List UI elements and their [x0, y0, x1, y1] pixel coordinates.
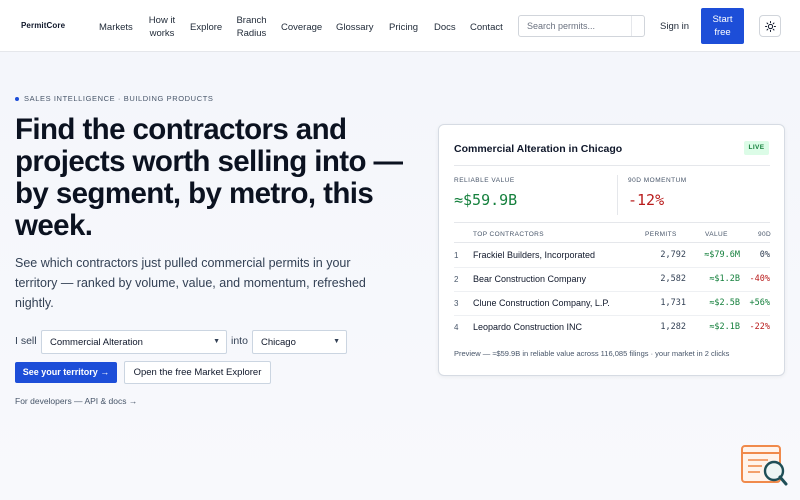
- column-header-permits: PERMITS: [645, 231, 677, 238]
- eyebrow-text: SALES INTELLIGENCE · BUILDING PRODUCTS: [24, 94, 214, 103]
- row-rank: 4: [454, 323, 459, 332]
- contractor-name[interactable]: Frackiel Builders, Incorporated: [473, 250, 595, 260]
- kpi-divider: [617, 175, 618, 215]
- sun-icon: [765, 21, 776, 32]
- nav-link-glossary[interactable]: Glossary: [336, 21, 373, 34]
- eyebrow-dot: [15, 96, 19, 101]
- search-document-icon[interactable]: [740, 444, 790, 488]
- momentum-value: -22%: [749, 322, 770, 332]
- table-row[interactable]: 3 Clune Construction Company, L.P. 1,731…: [454, 292, 770, 316]
- live-badge: LIVE: [744, 141, 769, 155]
- hero-headline: Find the contractors and projects worth …: [15, 113, 403, 242]
- row-rank: 2: [454, 275, 459, 284]
- logo[interactable]: PermitCore: [21, 21, 65, 30]
- into-label: into: [231, 335, 248, 347]
- search-input[interactable]: [518, 15, 645, 37]
- sell-label: I sell: [15, 335, 37, 347]
- kpi-value-momentum: -12%: [628, 191, 665, 209]
- market-explorer-button[interactable]: Open the free Market Explorer: [124, 361, 271, 384]
- nav-link-branch-radius[interactable]: Branch Radius: [236, 14, 267, 40]
- metro-select[interactable]: Chicago ▼: [252, 330, 347, 354]
- contractor-name[interactable]: Leopardo Construction INC: [473, 322, 582, 332]
- kpi-label-reliable-value: RELIABLE VALUE: [454, 177, 515, 184]
- top-nav: PermitCore Markets How it works Explore …: [0, 0, 800, 52]
- permit-value: ≈$1.2B: [709, 274, 740, 284]
- segment-select[interactable]: Commercial Alteration ▼: [41, 330, 227, 354]
- column-header-contractors: TOP CONTRACTORS: [473, 231, 545, 238]
- start-free-label: Start free: [712, 14, 733, 38]
- nav-link-coverage[interactable]: Coverage: [281, 21, 322, 34]
- kpi-label-momentum: 90D MOMENTUM: [628, 177, 687, 184]
- hero-subtext: See which contractors just pulled commer…: [15, 256, 366, 310]
- metro-value: Chicago: [261, 337, 296, 348]
- divider: [454, 222, 770, 223]
- eyebrow: SALES INTELLIGENCE · BUILDING PRODUCTS: [15, 94, 214, 103]
- column-header-value: VALUE: [705, 231, 728, 238]
- search-divider: [631, 16, 632, 36]
- nav-link-contact[interactable]: Contact: [470, 21, 503, 34]
- column-header-momentum: 90D: [758, 231, 772, 238]
- table-row[interactable]: 2 Bear Construction Company 2,582 ≈$1.2B…: [454, 268, 770, 292]
- nav-link-explore[interactable]: Explore: [190, 21, 222, 34]
- segment-metro-picker: I sell Commercial Alteration ▼ into Chic…: [15, 330, 395, 354]
- permit-value: ≈$2.1B: [709, 322, 740, 332]
- table-row[interactable]: 1 Frackiel Builders, Incorporated 2,792 …: [454, 244, 770, 268]
- developers-link[interactable]: For developers — API & docs →: [15, 396, 137, 406]
- divider: [454, 165, 770, 166]
- momentum-value: +56%: [749, 298, 770, 308]
- contractor-name[interactable]: Clune Construction Company, L.P.: [473, 298, 610, 308]
- row-rank: 1: [454, 251, 459, 260]
- see-territory-button[interactable]: See your territory →: [15, 362, 117, 383]
- preview-card: Commercial Alteration in Chicago LIVE RE…: [438, 124, 785, 376]
- permit-value: ≈$2.5B: [709, 298, 740, 308]
- card-title: Commercial Alteration in Chicago: [454, 143, 623, 155]
- divider: [454, 242, 770, 243]
- chevron-down-icon: ▼: [213, 338, 220, 345]
- permit-value: ≈$79.6M: [704, 250, 740, 260]
- row-rank: 3: [454, 299, 459, 308]
- nav-link-markets[interactable]: Markets: [99, 21, 133, 34]
- theme-toggle-button[interactable]: [759, 15, 781, 37]
- table-row[interactable]: 4 Leopardo Construction INC 1,282 ≈$2.1B…: [454, 316, 770, 340]
- kpi-value-reliable-value: ≈$59.9B: [454, 191, 518, 209]
- start-free-button[interactable]: Start free: [701, 8, 744, 44]
- nav-link-how-it-works[interactable]: How it works: [148, 14, 176, 40]
- nav-link-pricing[interactable]: Pricing: [389, 21, 418, 34]
- momentum-value: 0%: [759, 250, 770, 260]
- momentum-value: -40%: [749, 274, 770, 284]
- contractor-name[interactable]: Bear Construction Company: [473, 274, 586, 284]
- segment-value: Commercial Alteration: [50, 337, 143, 348]
- preview-caption: Preview — ≈$59.9B in reliable value acro…: [454, 349, 730, 358]
- nav-link-docs[interactable]: Docs: [434, 21, 456, 34]
- sign-in-link[interactable]: Sign in: [660, 21, 689, 32]
- chevron-down-icon: ▼: [333, 338, 340, 345]
